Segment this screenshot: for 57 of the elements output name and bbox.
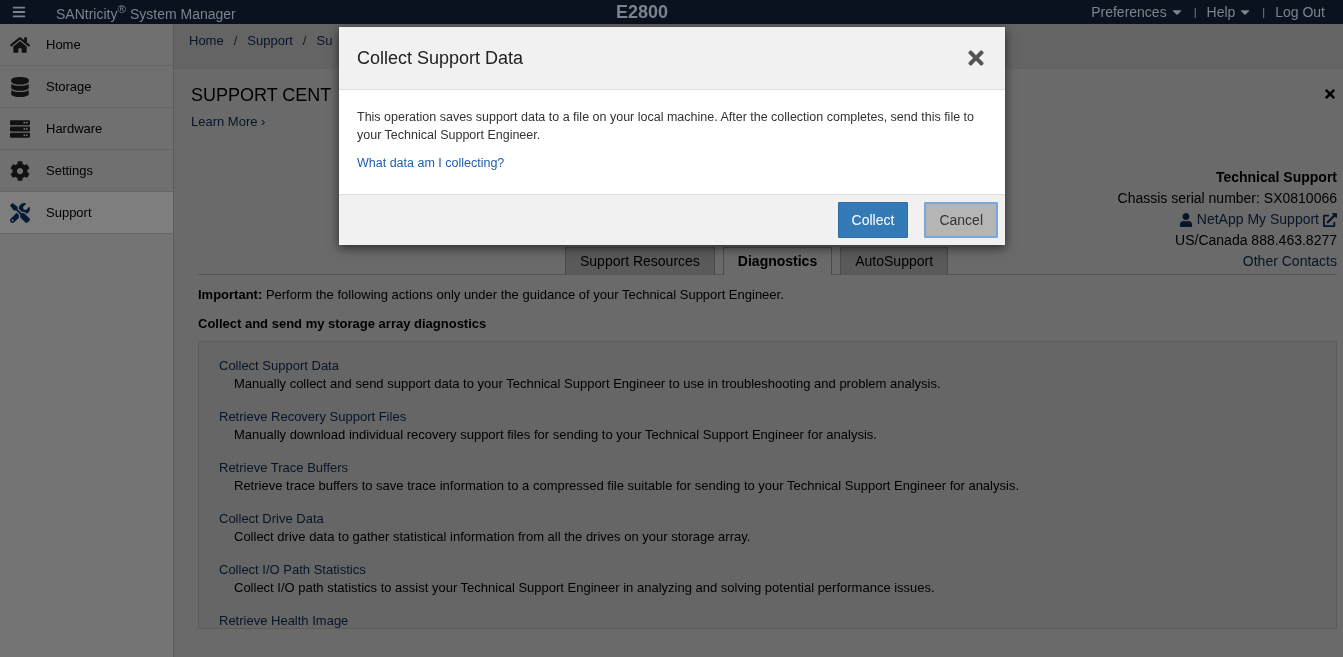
menu-separator: | bbox=[1262, 6, 1266, 18]
action-link[interactable]: Retrieve Recovery Support Files bbox=[219, 409, 1318, 424]
action-link[interactable]: Collect Drive Data bbox=[219, 511, 1318, 526]
important-note: Important: Perform the following actions only under the guidance of your Technical Support Engineer. bbox=[198, 287, 785, 302]
menu-separator: | bbox=[1193, 6, 1197, 18]
page-title: SUPPORT CENT bbox=[191, 85, 332, 106]
action-description: Manually download individual recovery support files for sending to your Technical Support Engineer for analysis. bbox=[233, 427, 878, 442]
sidebar-label: Storage bbox=[46, 79, 92, 94]
dialog-button[interactable]: Cancel bbox=[924, 202, 998, 238]
phone-number: US/Canada 888.463.8277 bbox=[1175, 231, 1337, 250]
sidebar-label: Support bbox=[46, 205, 92, 220]
breadcrumb-link[interactable]: Home bbox=[189, 33, 224, 48]
sidebar-item[interactable]: Support bbox=[0, 192, 173, 234]
dialog-title: Collect Support Data bbox=[357, 47, 524, 69]
database-icon bbox=[10, 76, 30, 97]
breadcrumb-separator: / bbox=[302, 33, 307, 48]
product-name: SANtricity$^{®}$ System Manager bbox=[56, 2, 237, 22]
breadcrumb-link[interactable]: Support bbox=[247, 33, 293, 48]
model-name: E2800 bbox=[616, 1, 669, 23]
top-menu[interactable]: Help bbox=[1206, 4, 1253, 20]
support-link[interactable]: NetApp My Support bbox=[1178, 209, 1337, 230]
sidebar-label: Hardware bbox=[46, 121, 103, 136]
section-title: Collect and send my storage array diagnostics bbox=[198, 316, 488, 331]
action-link[interactable]: Collect I/O Path Statistics bbox=[219, 562, 1318, 577]
help-link[interactable]: What data am I collecting? bbox=[357, 154, 975, 172]
sidebar-item[interactable]: Storage bbox=[0, 66, 173, 108]
action-description: Manually collect and send support data to your Technical Support Engineer to use in troubleshooting and problem analysis. bbox=[233, 376, 942, 391]
server-icon bbox=[10, 118, 30, 139]
action-description: Retrieve trace buffers to save trace information to a compressed file suitable for sending to your Technical Support Engineer for analysis. bbox=[233, 478, 1020, 493]
top-menu[interactable]: Log Out bbox=[1275, 4, 1325, 20]
tools-icon bbox=[10, 202, 30, 223]
action-link[interactable]: Retrieve Health Image bbox=[219, 613, 1318, 628]
sidebar-label: Settings bbox=[46, 163, 93, 178]
breadcrumb-separator: / bbox=[233, 33, 238, 48]
sidebar-item[interactable]: Home bbox=[0, 24, 173, 66]
action-link[interactable]: Collect Support Data bbox=[219, 358, 1318, 373]
top-menu[interactable]: Preferences bbox=[1091, 4, 1184, 20]
external-link-icon bbox=[1323, 212, 1337, 227]
user-icon bbox=[1178, 212, 1193, 227]
settings-icon bbox=[10, 160, 30, 181]
sidebar-item[interactable]: Settings bbox=[0, 150, 173, 192]
tab[interactable]: AutoSupport bbox=[840, 247, 949, 275]
dialog-button[interactable]: Collect bbox=[837, 202, 909, 238]
sidebar-label: Home bbox=[46, 37, 81, 52]
serial-number: Chassis serial number: SX0810066 bbox=[1117, 189, 1337, 208]
breadcrumb-link[interactable]: Su bbox=[316, 33, 333, 48]
other-contacts-link[interactable]: Other Contacts bbox=[1242, 251, 1337, 272]
action-link[interactable]: Retrieve Trace Buffers bbox=[219, 460, 1318, 475]
contacts-heading: Technical Support bbox=[1215, 168, 1337, 187]
home-icon bbox=[10, 34, 30, 55]
tab[interactable]: Diagnostics bbox=[722, 247, 833, 275]
action-description: Collect drive data to gather statistical information from all the drives on your storage array. bbox=[233, 529, 752, 544]
action-description: Collect I/O path statistics to assist your Technical Support Engineer in analyzing and solving potential performance issues. bbox=[233, 580, 936, 595]
dialog-message: This operation saves support data to a file on your local machine. After the collection completes, send this file to your Technical Support Engineer. bbox=[357, 109, 975, 144]
sidebar-item[interactable]: Hardware bbox=[0, 108, 173, 150]
tab[interactable]: Support Resources bbox=[565, 247, 715, 275]
learn-more-link[interactable]: Learn More › bbox=[191, 114, 266, 129]
